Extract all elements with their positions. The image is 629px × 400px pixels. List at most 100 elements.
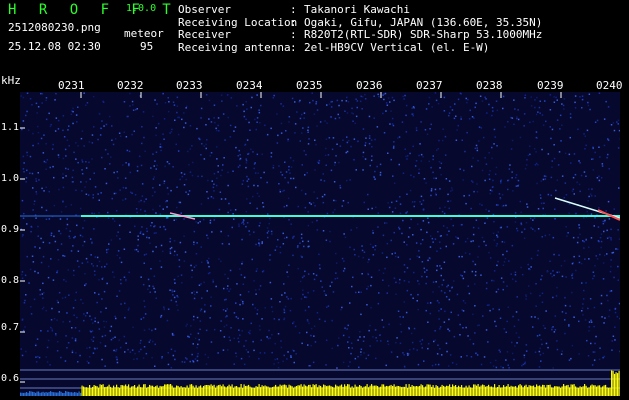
- noise-dot: [108, 243, 110, 245]
- noise-dot: [177, 150, 180, 152]
- level-bar: [303, 384, 305, 396]
- noise-dot: [72, 181, 74, 183]
- noise-dot: [335, 272, 337, 274]
- level-bar: [422, 385, 424, 396]
- level-bar: [507, 384, 509, 396]
- noise-dot: [399, 316, 401, 318]
- level-bar: [302, 386, 304, 396]
- noise-dot: [176, 304, 178, 306]
- noise-dot: [583, 240, 585, 243]
- noise-dot: [515, 280, 517, 283]
- noise-dot: [169, 237, 172, 240]
- level-bar: [386, 385, 388, 396]
- file-name: 2512080230.png: [8, 21, 101, 34]
- noise-dot: [304, 174, 306, 176]
- noise-dot: [243, 115, 246, 118]
- noise-dot: [539, 112, 541, 114]
- level-bar: [317, 387, 319, 396]
- noise-dot: [582, 240, 584, 242]
- noise-dot: [94, 348, 96, 350]
- noise-dot: [448, 180, 451, 182]
- observer-sep: :: [290, 3, 297, 16]
- noise-dot: [542, 124, 545, 126]
- noise-dot: [485, 287, 488, 290]
- noise-dot: [26, 92, 29, 94]
- noise-dot: [94, 186, 97, 188]
- noise-dot: [436, 300, 439, 302]
- noise-dot: [221, 169, 223, 171]
- noise-dot: [565, 194, 568, 196]
- noise-dot: [277, 134, 279, 137]
- noise-dot: [76, 121, 78, 123]
- noise-dot: [521, 273, 524, 276]
- noise-dot: [211, 231, 213, 233]
- noise-dot: [37, 272, 39, 274]
- noise-dot: [486, 112, 488, 114]
- level-bar: [248, 384, 250, 396]
- noise-dot: [102, 101, 105, 103]
- noise-dot: [63, 255, 66, 257]
- noise-dot: [244, 144, 246, 146]
- noise-dot: [233, 218, 235, 220]
- noise-dot: [578, 224, 580, 226]
- noise-dot: [402, 95, 404, 98]
- level-bar: [38, 391, 40, 396]
- level-bar: [183, 387, 185, 396]
- noise-dot: [491, 186, 494, 188]
- noise-dot: [213, 219, 215, 221]
- noise-dot: [119, 257, 121, 259]
- noise-dot: [125, 136, 128, 138]
- noise-dot: [269, 217, 271, 220]
- noise-dot: [303, 117, 305, 119]
- noise-dot: [362, 128, 365, 130]
- noise-dot: [269, 281, 272, 284]
- noise-dot: [542, 352, 544, 355]
- noise-dot: [491, 190, 493, 192]
- noise-dot: [98, 278, 100, 281]
- noise-dot: [423, 267, 425, 270]
- noise-dot: [561, 311, 564, 313]
- noise-dot: [94, 256, 97, 258]
- level-bar: [242, 387, 244, 396]
- noise-dot: [392, 175, 394, 177]
- level-bar: [395, 386, 397, 396]
- time-label-0240: 0240: [596, 79, 623, 92]
- noise-dot: [555, 295, 558, 297]
- noise-dot: [70, 250, 73, 252]
- noise-dot: [41, 293, 44, 295]
- noise-dot: [180, 172, 183, 174]
- noise-dot: [279, 189, 281, 191]
- noise-dot: [448, 318, 450, 321]
- noise-dot: [451, 187, 453, 189]
- noise-dot: [220, 174, 222, 177]
- noise-dot: [462, 310, 465, 312]
- level-bar: [134, 385, 136, 396]
- level-bar: [332, 386, 334, 396]
- noise-dot: [480, 127, 483, 129]
- noise-dot: [439, 328, 441, 330]
- noise-dot: [132, 109, 135, 111]
- noise-dot: [519, 200, 522, 203]
- noise-dot: [159, 213, 162, 215]
- noise-dot: [368, 135, 371, 137]
- level-bar: [135, 388, 137, 396]
- noise-dot: [530, 105, 533, 107]
- level-bar: [476, 385, 478, 396]
- noise-dot: [579, 233, 581, 236]
- level-bar: [366, 384, 368, 396]
- level-bar: [272, 387, 274, 396]
- noise-dot: [573, 193, 575, 195]
- noise-dot: [192, 343, 194, 345]
- noise-dot: [361, 249, 364, 252]
- noise-dot: [538, 334, 541, 336]
- noise-dot: [600, 294, 603, 297]
- level-bar: [24, 392, 26, 396]
- noise-dot: [332, 211, 334, 214]
- noise-dot: [413, 176, 415, 178]
- noise-dot: [434, 238, 437, 240]
- noise-dot: [430, 190, 433, 192]
- noise-dot: [363, 336, 365, 338]
- noise-dot: [24, 274, 27, 277]
- level-bar: [176, 385, 178, 396]
- noise-dot: [489, 192, 491, 195]
